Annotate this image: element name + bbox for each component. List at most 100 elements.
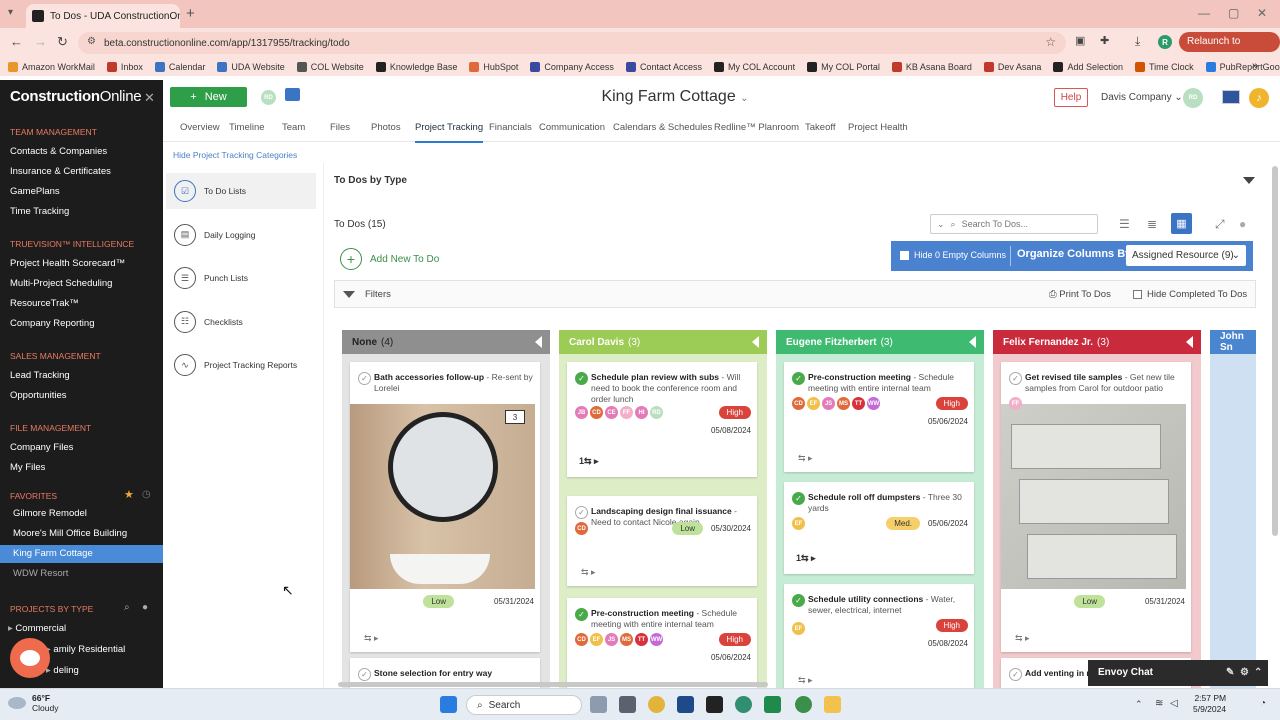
excel-icon[interactable] [764,696,781,713]
todo-card[interactable]: ✓ Schedule roll off dumpsters - Three 30 … [784,482,974,574]
tab-financials[interactable]: Financials [489,122,532,133]
board-view-icon[interactable]: ▦ [1171,213,1192,234]
app-icon[interactable] [735,696,752,713]
minimize-icon[interactable]: — [1198,6,1210,20]
assignee-avatar[interactable]: JB [575,406,588,419]
sidebar-item[interactable]: Project Health Scorecard™ [10,258,125,269]
bookmark-item[interactable]: Calendar [154,62,205,72]
chat-bubble-button[interactable] [10,638,50,678]
profile-avatar[interactable]: R [1158,35,1172,49]
assignee-avatar[interactable]: EF [590,633,603,646]
bookmark-item[interactable]: UDA Website [217,62,285,72]
assignee-avatar[interactable]: CE [605,406,618,419]
checkbox[interactable] [1133,290,1142,299]
bookmark-item[interactable]: HubSpot [469,62,518,72]
todo-card[interactable]: ✓ Schedule utility connections - Water, s… [784,584,974,690]
complete-check-icon[interactable]: ✓ [792,594,805,607]
message-icon[interactable] [285,88,300,101]
project-type-item[interactable]: ▸ amily Residential [46,644,125,655]
browser-tab[interactable]: To Dos - UDA ConstructionOnline ✕ [26,4,180,28]
favorite-project[interactable]: WDW Resort [0,565,163,583]
wifi-icon[interactable]: ≋ [1155,698,1163,709]
chrome-icon[interactable] [795,696,812,713]
sidebar-item[interactable]: Company Files [10,442,73,453]
bookmark-item[interactable]: COL Website [296,62,364,72]
category-item[interactable]: ∿ Project Tracking Reports [166,347,316,383]
assignee-avatar[interactable]: EF [807,397,820,410]
app-icon[interactable] [590,696,607,713]
assignee-avatar[interactable]: JS [822,397,835,410]
bookmark-item[interactable]: Dev Asana [983,62,1041,72]
tab-redline-planroom[interactable]: Redline™ Planroom [714,122,799,133]
forward-icon[interactable]: → [34,34,47,49]
bookmark-item[interactable]: Time Clock [1134,62,1194,72]
new-button[interactable]: + New [170,87,247,107]
address-bar[interactable]: ⚙ beta.constructiononline.com/app/131795… [78,32,1066,54]
download-icon[interactable]: ⤓ [1135,34,1140,49]
bookmark-item[interactable]: Contact Access [625,62,702,72]
assignee-avatar[interactable]: CD [575,633,588,646]
assignee-avatar[interactable]: TT [852,397,865,410]
more-options-icon[interactable]: ● [1239,217,1246,231]
star-icon[interactable]: ★ [124,488,134,501]
complete-check-icon[interactable]: ✓ [792,372,805,385]
todo-card[interactable]: ✓ Schedule plan review with subs - Will n… [567,362,757,477]
site-info-icon[interactable]: ⚙ [87,36,96,47]
tab-timeline[interactable]: Timeline [229,122,265,133]
todo-card[interactable]: ✓ Landscaping design final issuance - Nee… [567,496,757,586]
fullscreen-icon[interactable]: ⤢ [1215,217,1225,232]
cast-icon[interactable]: ▣ [1075,34,1085,47]
category-item[interactable]: ☑ To Do Lists [166,173,316,209]
flag-icon[interactable] [1222,90,1240,104]
hide-empty-toggle[interactable]: Hide 0 Empty Columns [900,250,1006,260]
windows-start-icon[interactable] [440,696,457,713]
bookmark-item[interactable]: Knowledge Base [375,62,457,72]
maximize-icon[interactable]: ▢ [1228,6,1239,20]
favorite-project[interactable]: Gilmore Remodel [0,505,163,523]
subtask-icon[interactable]: ⇆ ▸ [798,675,813,686]
assignee-avatar[interactable]: MS [620,633,633,646]
tab-overview[interactable]: Overview [180,122,220,133]
edit-icon[interactable]: ✎ [1226,660,1234,686]
sidebar-item[interactable]: Contacts & Companies [10,146,107,157]
collapse-column-icon[interactable] [752,336,759,348]
complete-check-icon[interactable]: ✓ [575,608,588,621]
sidebar-item[interactable]: Multi-Project Scheduling [10,278,112,289]
notifications-bell-icon[interactable]: ♪ [1249,88,1269,108]
assignee-avatar[interactable]: FF [620,406,633,419]
collapse-triangle-icon[interactable] [1243,177,1255,184]
column-header[interactable]: Felix Fernandez Jr. (3) [993,330,1201,354]
bookmark-star-icon[interactable]: ☆ [1045,35,1056,49]
assignee-avatar[interactable]: WW [650,633,663,646]
organize-select[interactable]: Assigned Resource (9) ⌄ [1126,245,1246,266]
sidebar-item[interactable]: Company Reporting [10,318,95,329]
weather-widget[interactable]: 66°F Cloudy [8,693,58,713]
history-icon[interactable]: ◷ [142,489,151,500]
bookmark-item[interactable]: Company Access [530,62,614,72]
chrome-icon[interactable] [648,696,665,713]
hide-categories-link[interactable]: Hide Project Tracking Categories [173,150,297,160]
tab-photos[interactable]: Photos [371,122,401,133]
project-title[interactable]: King Farm Cottage ⌄ [560,88,790,106]
user-avatar[interactable]: RD [261,90,276,105]
terminal-icon[interactable] [706,696,723,713]
checkbox[interactable] [900,250,909,260]
volume-icon[interactable]: ◁ [1170,698,1178,709]
tab-calendars-schedules[interactable]: Calendars & Schedules [613,122,712,133]
collapse-column-icon[interactable] [1186,336,1193,348]
relaunch-button[interactable]: Relaunch to update [1179,32,1280,67]
clock[interactable]: 2:57 PM 5/9/2024 [1193,693,1226,715]
assignee-avatar[interactable]: EF [792,622,805,635]
bookmark-item[interactable]: My COL Account [713,62,795,72]
complete-check-icon[interactable]: ✓ [1009,668,1022,681]
tab-takeoff[interactable]: Takeoff [805,122,835,133]
envoy-chat-bar[interactable]: Envoy Chat ✎ ⚙ ⌃ [1088,660,1268,686]
add-todo-button[interactable]: + Add New To Do [340,248,439,270]
file-explorer-icon[interactable] [824,696,841,713]
project-type-item[interactable]: ▸ Commercial [8,623,66,634]
attachment-photo[interactable] [1001,404,1186,589]
close-window-icon[interactable]: ✕ [1257,6,1267,20]
sidebar-item[interactable]: My Files [10,462,45,473]
collapse-column-icon[interactable] [969,336,976,348]
sidebar-item[interactable]: Insurance & Certificates [10,166,111,177]
